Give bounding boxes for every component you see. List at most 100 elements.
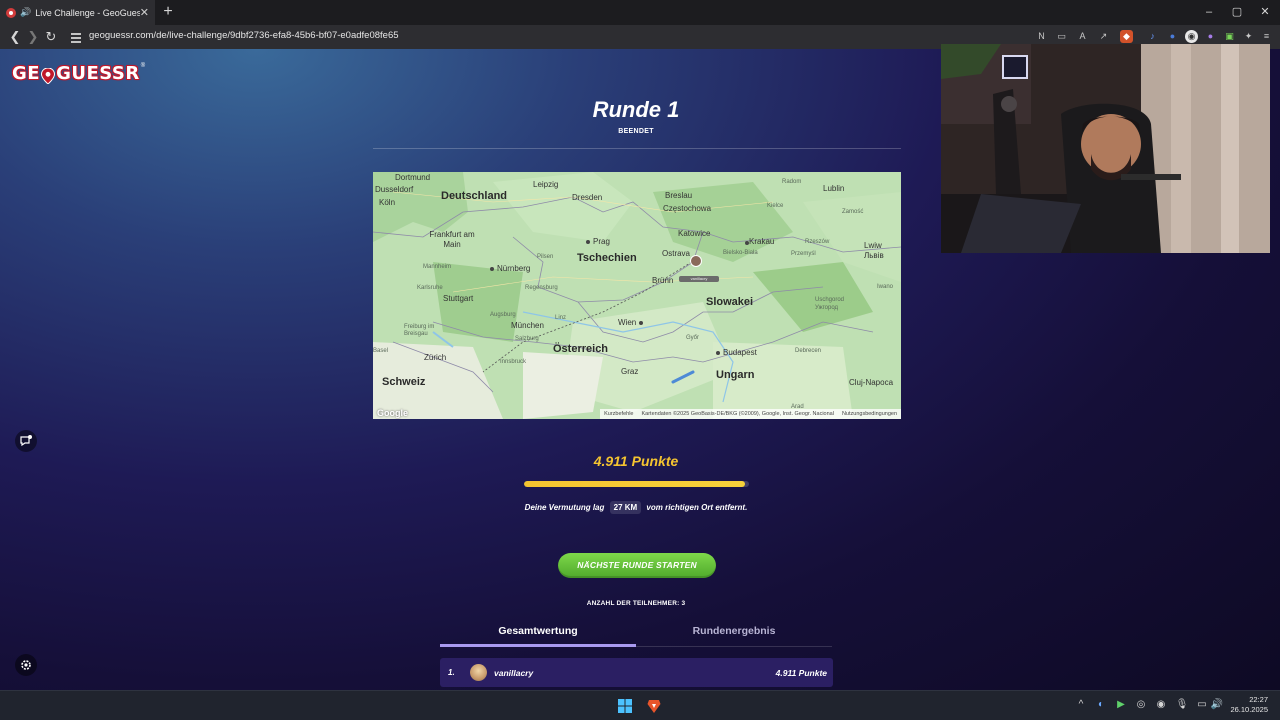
map-terms-link[interactable]: Nutzungsbedingungen (842, 411, 897, 417)
result-map[interactable]: Dortmund Dusseldorf Köln Deutschland Lei… (373, 172, 901, 419)
new-tab-button[interactable]: + (160, 3, 176, 21)
map-city-label: Leipzig (533, 180, 559, 189)
sync-icon[interactable]: ◐ (1094, 699, 1108, 710)
music-extension-icon[interactable]: ♪ (1146, 30, 1159, 43)
volume-icon[interactable]: 🔊 (1210, 699, 1224, 710)
map-city-label: Stuttgart (443, 294, 474, 303)
map-city-label: Zamość (842, 209, 864, 215)
map-city-label: Częstochowa (663, 204, 712, 213)
distance-value: 27 KM (609, 501, 642, 514)
guess-player-label: vanillacry (679, 276, 719, 282)
tab-title: Live Challenge - GeoGuessr (35, 7, 140, 18)
settings-button[interactable] (15, 654, 37, 676)
brave-shield-icon[interactable]: ◆ (1120, 30, 1133, 43)
display-icon[interactable]: ▭ (1195, 699, 1209, 710)
map-city-label: Mannheim (423, 264, 452, 270)
round-score: 4.911 Punkte (593, 453, 679, 469)
tab-overall-standings[interactable]: Gesamtwertung (440, 623, 636, 647)
logo-text-left: GE (12, 63, 41, 84)
map-city-label: Graz (621, 367, 639, 376)
map-city-label: Regensburg (525, 285, 558, 291)
map-city-label: Rzeszów (805, 239, 830, 245)
tray-app-icon-2[interactable]: ◉ (1154, 699, 1168, 710)
map-country-label: Schweiz (382, 376, 426, 388)
map-city-label: Nürnberg (497, 264, 531, 273)
address-bar[interactable]: geoguessr.com/de/live-challenge/9dbf2736… (89, 30, 399, 41)
map-country-label: Ungarn (716, 369, 755, 381)
distance-suffix: vom richtigen Ort entfernt. (646, 503, 748, 512)
brave-browser-icon[interactable] (646, 698, 662, 714)
extension-icon-blue[interactable]: ● (1166, 30, 1179, 43)
geoguessr-favicon-icon (6, 7, 16, 18)
player-points: 4.911 Punkte (775, 667, 827, 678)
extension-icon[interactable]: N (1035, 30, 1048, 43)
map-city-dot (639, 321, 643, 325)
cast-icon[interactable]: ▭ (1055, 30, 1068, 43)
reload-button[interactable]: ↻ (42, 28, 60, 46)
tab-close-icon[interactable]: ✕ (140, 6, 149, 19)
map-city-label: Karlsruhe (417, 285, 443, 291)
guess-avatar-marker[interactable] (690, 255, 702, 267)
map-shortcuts-link[interactable]: Kurzbefehle (604, 411, 633, 417)
leaderboard-row[interactable]: 1. vanillacry 4.911 Punkte (440, 658, 833, 687)
player-avatar (470, 664, 487, 681)
maximize-button[interactable]: ▢ (1223, 0, 1251, 25)
map-city-label: Krakau (749, 237, 775, 246)
system-clock[interactable]: 22:27 26.10.2025 (1230, 695, 1268, 715)
extension-icon-purple[interactable]: ● (1204, 30, 1217, 43)
map-city-label: Prag (593, 237, 610, 246)
translate-icon[interactable]: A (1076, 30, 1089, 43)
extensions-puzzle-icon[interactable]: ✦ (1242, 30, 1255, 43)
chat-button[interactable] (15, 430, 37, 452)
score-progress-bar (524, 481, 749, 487)
map-city-label: Pilsen (537, 254, 554, 260)
player-name: vanillacry (494, 667, 534, 678)
browser-tab[interactable]: 🔊 Live Challenge - GeoGuessr ✕ (0, 0, 155, 25)
map-city-label: Lublin (823, 184, 845, 193)
browser-tab-bar: 🔊 Live Challenge - GeoGuessr ✕ + – ▢ ✕ (0, 0, 1280, 25)
map-country-label: Tschechien (577, 252, 637, 264)
site-info-icon[interactable] (70, 31, 82, 43)
map-attribution-bar: Kurzbefehle Kartendaten ©2025 GeoBasis-D… (600, 409, 901, 419)
map-country-label: Slowakei (706, 296, 754, 308)
share-icon[interactable]: ↗ (1097, 30, 1110, 43)
round-title: Runde 1 (592, 97, 680, 122)
back-button[interactable]: ❮ (6, 28, 24, 46)
forward-button[interactable]: ❯ (24, 28, 42, 46)
map-city-label: Frankfurt am Main (429, 230, 475, 249)
chat-icon (20, 435, 32, 447)
close-window-button[interactable]: ✕ (1251, 0, 1279, 25)
distance-prefix: Deine Vermutung lag (524, 503, 605, 512)
map-city-label: Budapest (723, 348, 757, 357)
menu-icon[interactable]: ≡ (1260, 30, 1273, 43)
map-city-label: Iwano (877, 284, 894, 290)
map-city-dot (716, 351, 720, 355)
map-city-label: Köln (379, 198, 396, 207)
map-city-label: Uschgorod Ужгород (815, 297, 845, 311)
map-city-label: Breslau (665, 191, 693, 200)
extension-icon-white[interactable]: ◉ (1185, 30, 1198, 43)
geoguessr-logo[interactable]: GE GUESSR ® (12, 63, 145, 85)
player-rank: 1. (448, 668, 455, 677)
map-city-label: Zürich (424, 353, 447, 362)
map-pin-icon (41, 67, 56, 84)
map-city-label: Bielsko-Biała (723, 250, 758, 256)
map-city-label: Dortmund (395, 173, 431, 182)
tray-app-icon[interactable]: ◎ (1134, 699, 1148, 710)
tab-round-result[interactable]: Rundenergebnis (636, 623, 832, 647)
extension-icon-green[interactable]: ▣ (1223, 30, 1236, 43)
next-round-button[interactable]: NÄCHSTE RUNDE STARTEN (558, 553, 716, 578)
windows-start-icon[interactable] (617, 698, 633, 714)
map-city-label: Dusseldorf (375, 185, 414, 194)
map-city-label: Wien (618, 318, 637, 327)
map-city-label: Linz (555, 315, 567, 321)
logo-text-right: GUESSR (56, 63, 140, 84)
minimize-button[interactable]: – (1195, 0, 1223, 25)
play-icon[interactable]: ▶ (1114, 699, 1128, 710)
audio-playing-icon[interactable]: 🔊 (20, 7, 31, 18)
webcam-overlay (941, 44, 1270, 253)
map-city-label: Kielce (767, 203, 784, 209)
microphone-icon[interactable]: 🎙 (1175, 699, 1189, 710)
header-divider (373, 148, 901, 149)
tray-overflow-icon[interactable]: ^ (1074, 699, 1088, 710)
